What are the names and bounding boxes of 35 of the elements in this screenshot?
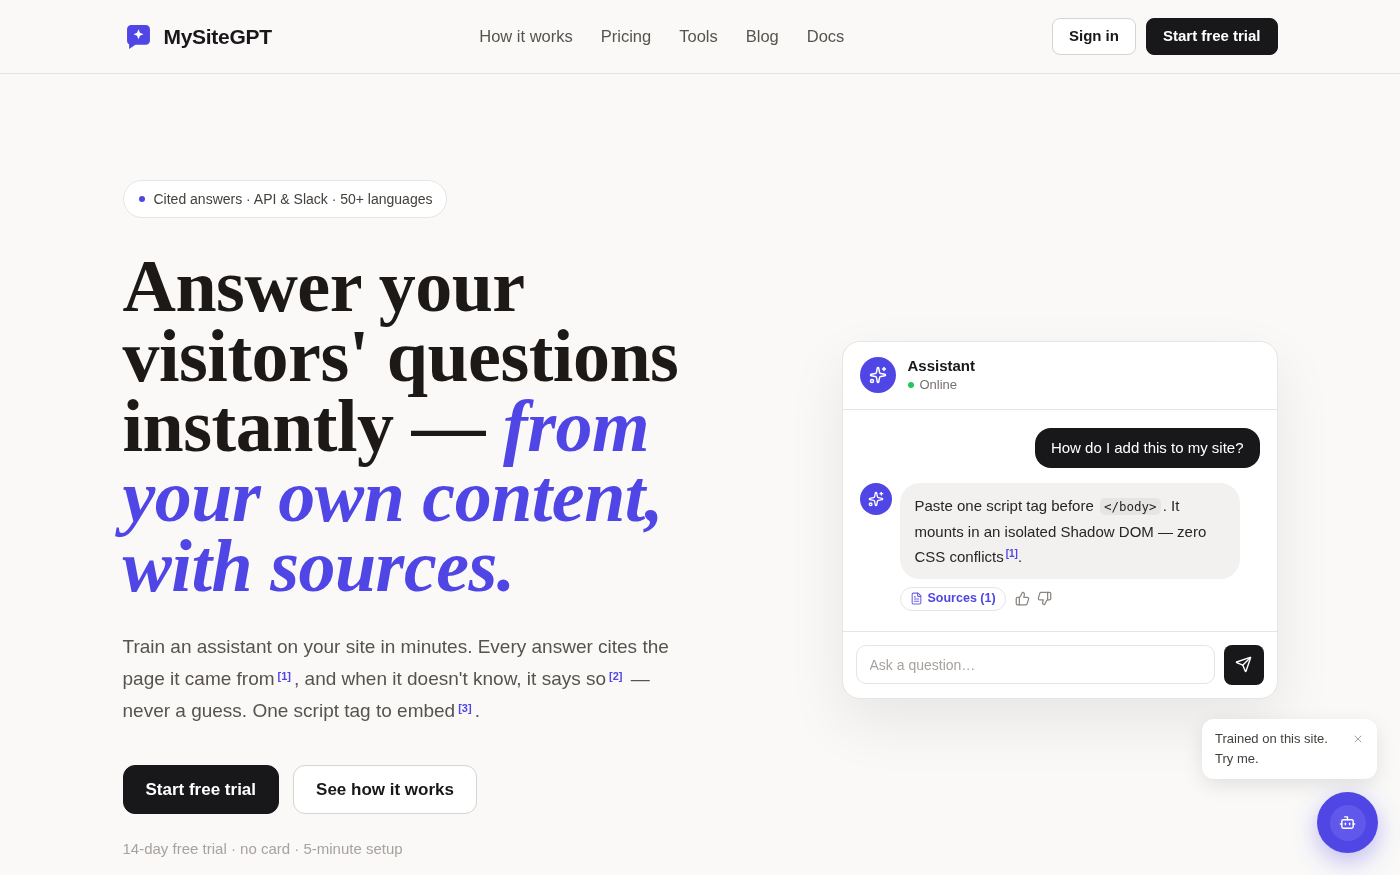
close-button[interactable] [1352,733,1364,745]
document-icon [909,592,923,605]
question-input[interactable]: Ask a question… [855,645,1215,684]
nav-link[interactable]: Pricing [600,24,652,49]
chat-bubble-logo-icon [125,24,151,49]
hero-headline: Answer your visitors' questions instantly — from your own content, with sources. [110,241,715,615]
sparkles-avatar-icon [859,482,892,515]
thumbs-down-icon [1037,591,1053,606]
assistant-title: Assistant [907,356,976,376]
tooltip-text: Trained on this site. Try me. [1215,730,1329,768]
nav-link[interactable]: Blog [745,24,779,49]
brand-name[interactable]: MySiteGPT [163,20,272,53]
robot-icon [1339,814,1356,831]
nav-link[interactable]: Docs [806,24,845,49]
thumbs-down-button[interactable] [1035,589,1054,608]
chat-launcher-button[interactable] [1317,792,1378,853]
nav-link[interactable]: Tools [679,24,718,49]
hero-description: Train an assistant on your site in minutes. Every answer cites the page it came from$^{[1]}$, and when it doesn't know, it says so$^{[2]}$ — never a guess. One script tag to embed$^{[3]}$. [122,635,670,723]
trial-note: 14-day free trial · no card · 5-minute setup [122,839,404,859]
start-trial-button[interactable]: Start free trial [122,765,280,814]
user-message-bubble: How do I add this to my site? [1034,427,1260,468]
start-trial-button[interactable]: Start free trial [1145,18,1278,55]
thumbs-up-button[interactable] [1013,589,1032,608]
badge-text: Cited answers · API & Slack · 50+ languages [153,189,433,209]
thumbs-up-icon [1015,591,1031,606]
sources-button[interactable]: Sources (1) [899,586,1006,611]
nav-link[interactable]: How it works [479,24,573,49]
sparkles-avatar-icon [859,357,896,393]
assistant-message-bubble: Paste one script tag before </body> . It mounts in an isolated Shadow DOM — zero CSS conflicts$^{[1]}$. [899,482,1240,579]
sign-in-button[interactable]: Sign in [1051,18,1136,55]
how-it-works-button[interactable]: See how it works [293,765,477,814]
send-icon [1235,656,1252,673]
close-icon [1352,733,1364,745]
status-text: Online [919,376,958,394]
send-button[interactable] [1223,644,1264,685]
